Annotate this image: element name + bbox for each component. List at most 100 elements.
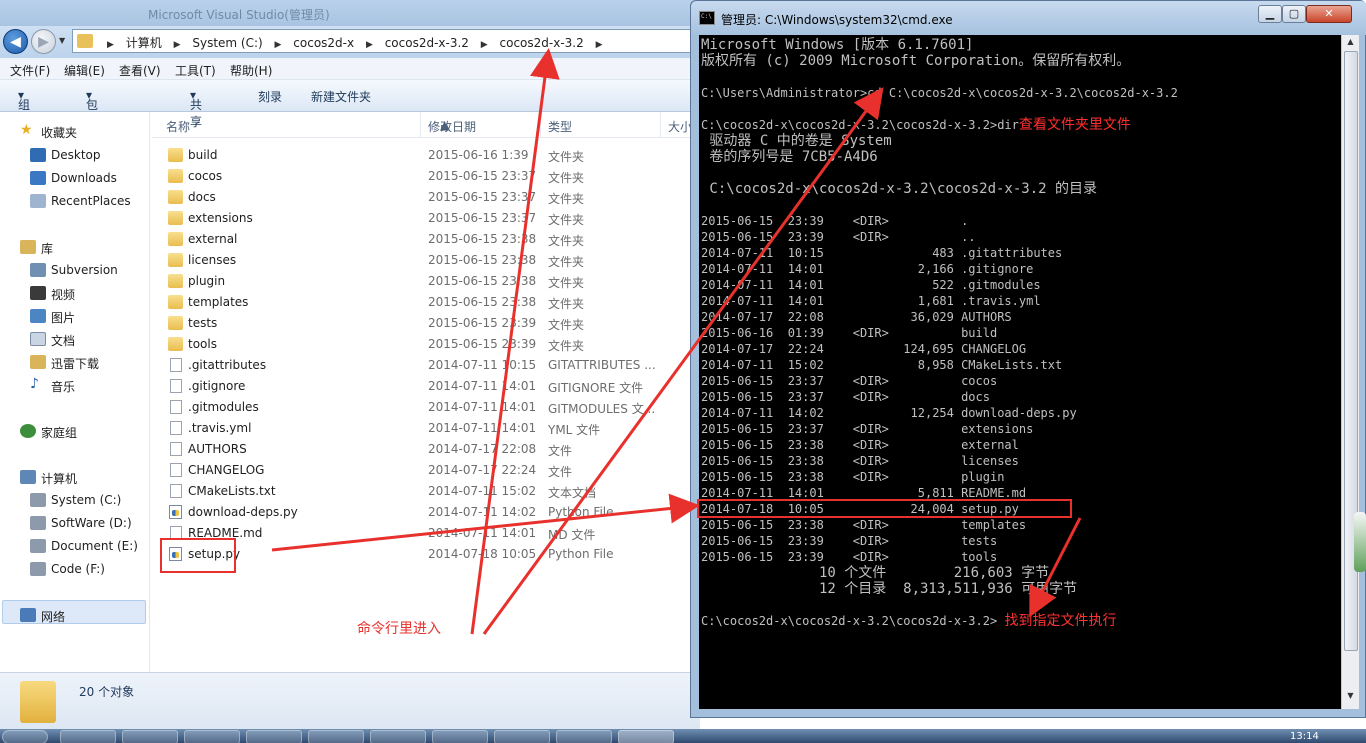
new-folder-button[interactable]: 新建文件夹 bbox=[311, 88, 371, 105]
file-row[interactable]: tools 2015-06-15 23:39 文件夹 bbox=[162, 334, 692, 355]
history-dropdown-icon[interactable]: ▼ bbox=[59, 36, 65, 45]
cmd-titlebar[interactable]: 管理员: C:\Windows\system32\cmd.exe ▁ ▢ ✕ bbox=[691, 1, 1366, 35]
file-row[interactable]: README.md 2014-07-11 14:01 MD 文件 bbox=[162, 523, 692, 544]
taskbar-app[interactable] bbox=[184, 730, 240, 743]
column-divider[interactable] bbox=[540, 112, 541, 138]
taskbar-app-cmd[interactable] bbox=[618, 730, 674, 743]
taskbar-app[interactable] bbox=[308, 730, 364, 743]
menu-file[interactable]: 文件(F) bbox=[10, 62, 50, 79]
cmd-scrollbar[interactable]: ▲ ▼ bbox=[1341, 35, 1359, 709]
folder-icon bbox=[168, 169, 183, 183]
taskbar-app[interactable] bbox=[246, 730, 302, 743]
maximize-button[interactable]: ▢ bbox=[1282, 5, 1306, 23]
taskbar-app[interactable] bbox=[60, 730, 116, 743]
network-icon bbox=[20, 608, 36, 622]
address-bar[interactable]: ▶ 计算机 ▶ System (C:) ▶ cocos2d-x ▶ cocos2… bbox=[72, 29, 692, 53]
file-row[interactable]: CHANGELOG 2014-07-17 22:24 文件 bbox=[162, 460, 692, 481]
file-date: 2014-07-18 10:05 bbox=[428, 547, 537, 561]
downloads-icon bbox=[30, 171, 46, 185]
column-divider[interactable] bbox=[420, 112, 421, 138]
file-type: 文件夹 bbox=[548, 339, 585, 353]
file-row[interactable]: docs 2015-06-15 23:37 文件夹 bbox=[162, 187, 692, 208]
cmd-window: 管理员: C:\Windows\system32\cmd.exe ▁ ▢ ✕ M… bbox=[690, 0, 1366, 718]
file-row[interactable]: .gitmodules 2014-07-11 14:01 GITMODULES 文.… bbox=[162, 397, 692, 418]
scroll-down-icon[interactable]: ▼ bbox=[1344, 691, 1357, 705]
share-button[interactable]: 共享 ▾ bbox=[190, 88, 202, 129]
nav-item-label: SoftWare (D:) bbox=[51, 516, 132, 530]
taskbar-app[interactable] bbox=[122, 730, 178, 743]
burn-button[interactable]: 刻录 bbox=[258, 88, 282, 105]
file-row[interactable]: templates 2015-06-15 23:38 文件夹 bbox=[162, 292, 692, 313]
file-row[interactable]: AUTHORS 2014-07-17 22:08 文件 bbox=[162, 439, 692, 460]
documents-icon bbox=[30, 332, 46, 346]
column-type[interactable]: 类型 bbox=[548, 118, 572, 135]
file-type: 文件夹 bbox=[548, 150, 585, 164]
drive-icon bbox=[30, 539, 46, 553]
file-row[interactable]: download-deps.py 2014-07-11 14:02 Python F… bbox=[162, 502, 692, 523]
breadcrumb-computer[interactable]: 计算机 bbox=[126, 36, 162, 50]
console-output[interactable]: Microsoft Windows [版本 6.1.7601] 版权所有 (c)… bbox=[699, 35, 1341, 709]
organize-button[interactable]: 组织 ▾ bbox=[18, 88, 30, 129]
breadcrumb-system-c[interactable]: System (C:) bbox=[192, 36, 262, 50]
column-date[interactable]: 修改日期 bbox=[428, 118, 476, 135]
item-count: 20 个对象 bbox=[79, 685, 135, 699]
column-name[interactable]: 名称 bbox=[166, 118, 190, 135]
file-row[interactable]: licenses 2015-06-15 23:38 文件夹 bbox=[162, 250, 692, 271]
maximize-icon: ▢ bbox=[1288, 7, 1300, 20]
taskbar-app[interactable] bbox=[432, 730, 488, 743]
column-size[interactable]: 大小 bbox=[668, 118, 692, 135]
start-button[interactable] bbox=[2, 730, 48, 743]
menu-edit[interactable]: 编辑(E) bbox=[64, 62, 105, 79]
drive-icon bbox=[30, 562, 46, 576]
taskbar-app[interactable] bbox=[494, 730, 550, 743]
cmd-icon bbox=[699, 11, 715, 25]
include-in-library-button[interactable]: 包含到库中 ▾ bbox=[86, 88, 98, 180]
breadcrumb-cocos2d-x-3-2[interactable]: cocos2d-x-3.2 bbox=[385, 36, 469, 50]
file-row[interactable]: extensions 2015-06-15 23:37 文件夹 bbox=[162, 208, 692, 229]
file-row[interactable]: .gitignore 2014-07-11 14:01 GITIGNORE 文件 bbox=[162, 376, 692, 397]
console-line: 12 个目录 8,313,511,936 可用字节 bbox=[701, 581, 1078, 597]
menu-tools[interactable]: 工具(T) bbox=[175, 62, 216, 79]
scroll-up-icon[interactable]: ▲ bbox=[1344, 37, 1357, 51]
taskbar-clock[interactable]: 13:14 bbox=[1290, 731, 1319, 742]
taskbar: 13:14 bbox=[0, 729, 1366, 743]
file-name: docs bbox=[188, 190, 216, 204]
file-row[interactable]: build 2015-06-16 1:39 文件夹 bbox=[162, 145, 692, 166]
minimize-button[interactable]: ▁ bbox=[1258, 5, 1282, 23]
taskbar-app[interactable] bbox=[370, 730, 426, 743]
file-row[interactable]: setup.py 2014-07-18 10:05 Python File bbox=[162, 544, 692, 565]
file-name: plugin bbox=[188, 274, 226, 288]
taskbar-app[interactable] bbox=[556, 730, 612, 743]
breadcrumb-separator-icon[interactable]: ▶ bbox=[596, 40, 603, 50]
file-row[interactable]: .gitattributes 2014-07-11 10:15 GITATTRIBU… bbox=[162, 355, 692, 376]
dir-listing-line: 2015-06-15 23:37 <DIR> cocos bbox=[701, 374, 998, 388]
dir-listing-line: 2014-07-11 15:02 8,958 CMakeLists.txt bbox=[701, 358, 1063, 372]
menu-view[interactable]: 查看(V) bbox=[119, 62, 161, 79]
menu-help[interactable]: 帮助(H) bbox=[230, 62, 272, 79]
column-divider[interactable] bbox=[660, 112, 661, 138]
file-name: .gitignore bbox=[188, 379, 246, 393]
star-icon: ★ bbox=[20, 122, 33, 138]
file-row[interactable]: tests 2015-06-15 23:39 文件夹 bbox=[162, 313, 692, 334]
file-row[interactable]: external 2015-06-15 23:38 文件夹 bbox=[162, 229, 692, 250]
dir-annotation: 查看文件夹里文件 bbox=[1018, 117, 1131, 133]
breadcrumb: ▶ 计算机 ▶ System (C:) ▶ cocos2d-x ▶ cocos2… bbox=[99, 34, 610, 51]
file-row[interactable]: cocos 2015-06-15 23:37 文件夹 bbox=[162, 166, 692, 187]
file-type: Python File bbox=[548, 505, 614, 519]
file-type: Python File bbox=[548, 547, 614, 561]
breadcrumb-cocos2d-x[interactable]: cocos2d-x bbox=[293, 36, 354, 50]
file-row[interactable]: .travis.yml 2014-07-11 14:01 YML 文件 bbox=[162, 418, 692, 439]
close-button[interactable]: ✕ bbox=[1306, 5, 1352, 23]
back-button[interactable]: ◀ bbox=[3, 29, 28, 54]
dir-listing-line: 2015-06-15 23:38 <DIR> plugin bbox=[701, 470, 1005, 484]
nav-item-label: Code (F:) bbox=[51, 562, 105, 576]
console-line-prompt: C:\cocos2d-x\cocos2d-x-3.2\cocos2d-x-3.2… bbox=[701, 613, 1116, 629]
forward-button[interactable]: ▶ bbox=[31, 29, 56, 54]
dir-listing-line: 2014-07-11 10:15 483 .gitattributes bbox=[701, 246, 1063, 260]
file-date: 2015-06-15 23:37 bbox=[428, 211, 537, 225]
breadcrumb-cocos2d-x-3-2-inner[interactable]: cocos2d-x-3.2 bbox=[500, 36, 584, 50]
file-name: build bbox=[188, 148, 218, 162]
annotation-enter-cmd: 命令行里进入 bbox=[357, 621, 441, 637]
file-row[interactable]: CMakeLists.txt 2014-07-11 15:02 文本文档 bbox=[162, 481, 692, 502]
file-row[interactable]: plugin 2015-06-15 23:38 文件夹 bbox=[162, 271, 692, 292]
